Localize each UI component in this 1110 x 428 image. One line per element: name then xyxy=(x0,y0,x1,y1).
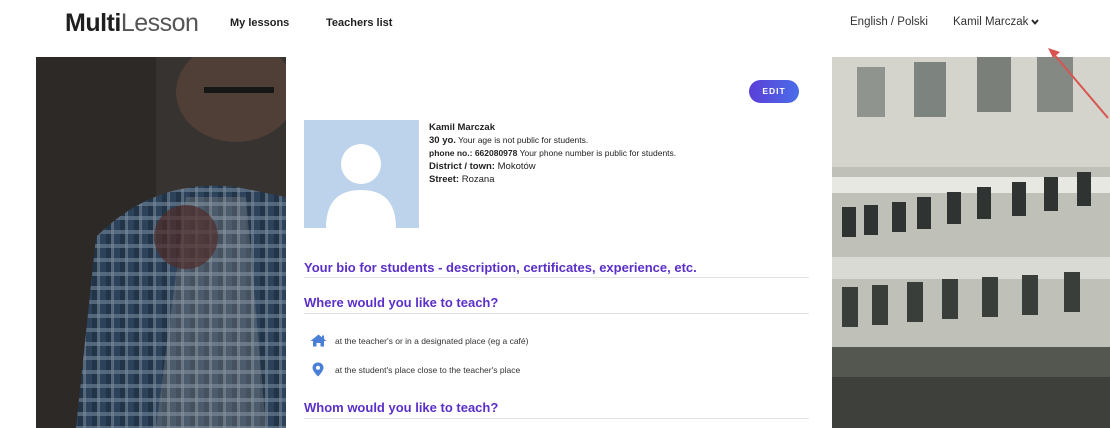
profile-district-label: District / town: xyxy=(429,161,495,172)
profile-card: EDIT Kamil Marczak 30 yo. Your age is no… xyxy=(286,57,832,428)
home-icon xyxy=(309,334,327,347)
user-menu[interactable]: Kamil Marczak xyxy=(953,16,1040,28)
teach-location-label: at the teacher's or in a designated plac… xyxy=(335,335,529,346)
profile-street-label: Street: xyxy=(429,174,460,185)
profile-phone-value: 662080978 xyxy=(474,148,518,158)
multilesson-logo[interactable]: MultiLesson xyxy=(65,8,199,38)
profile-street-row: Street: Rozana xyxy=(429,173,676,186)
profile-phone-label: phone no.: xyxy=(429,148,473,158)
profile-district-value: Mokotów xyxy=(497,161,536,172)
teach-location-label: at the student's place close to the teac… xyxy=(335,364,521,375)
user-silhouette-icon xyxy=(304,120,419,228)
top-navigation-bar: MultiLesson My lessons Teachers list Eng… xyxy=(0,0,1110,47)
profile-district-row: District / town: Mokotów xyxy=(429,160,676,173)
avatar[interactable] xyxy=(304,120,419,228)
nav-teachers-list[interactable]: Teachers list xyxy=(326,17,392,29)
annotation-arrow-icon xyxy=(1048,48,1109,119)
whom-section-title: Whom would you like to teach? xyxy=(304,400,499,415)
profile-street-value: Rozana xyxy=(461,174,495,185)
nav-my-lessons[interactable]: My lessons xyxy=(230,17,289,29)
background-photo-left xyxy=(36,57,286,428)
language-switcher[interactable]: English / Polski xyxy=(850,16,928,28)
divider xyxy=(304,277,809,278)
where-section-title: Where would you like to teach? xyxy=(304,295,499,310)
location-pin-icon xyxy=(309,362,327,377)
logo-bold-text: Multi xyxy=(65,9,121,37)
bio-section-title: Your bio for students - description, cer… xyxy=(304,260,697,275)
user-menu-name: Kamil Marczak xyxy=(953,16,1029,28)
profile-phone-note: Your phone number is public for students… xyxy=(519,148,677,158)
profile-name: Kamil Marczak xyxy=(429,122,496,133)
logo-light-text: Lesson xyxy=(120,9,199,37)
person-photo-illustration xyxy=(36,57,286,428)
profile-age-row: 30 yo. Your age is not public for studen… xyxy=(429,134,676,147)
divider xyxy=(304,418,809,419)
profile-phone-row: phone no.: 662080978 Your phone number i… xyxy=(429,147,676,160)
divider xyxy=(304,313,809,314)
profile-age: 30 yo. xyxy=(429,135,456,146)
chevron-down-icon xyxy=(1031,19,1040,25)
edit-profile-button[interactable]: EDIT xyxy=(749,80,799,103)
profile-age-note: Your age is not public for students. xyxy=(458,135,589,145)
teach-location-option-student[interactable]: at the student's place close to the teac… xyxy=(309,362,520,377)
teach-location-option-teacher[interactable]: at the teacher's or in a designated plac… xyxy=(309,334,528,347)
profile-info: Kamil Marczak 30 yo. Your age is not pub… xyxy=(429,121,676,186)
